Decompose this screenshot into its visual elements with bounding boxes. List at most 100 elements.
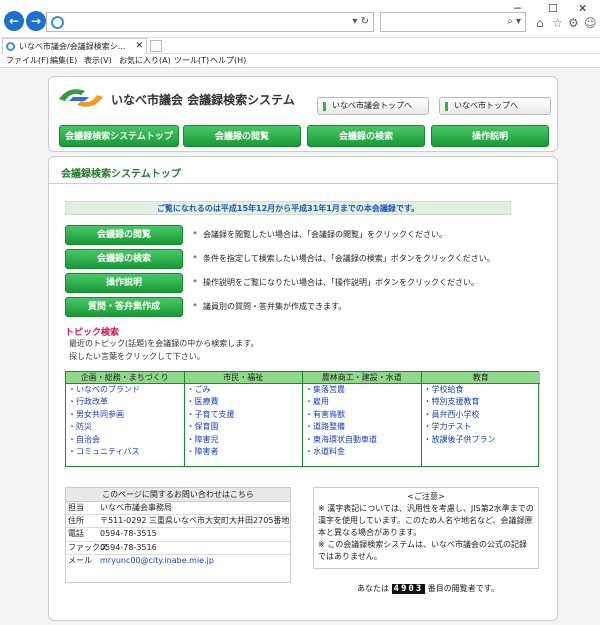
topic-link[interactable]: ・有害鳥獣 [303,409,421,421]
topic-column-education: 教育 ・学校給食 ・特別支援教育 ・員弁西小学校 ・学力テスト ・放課後子供プラ… [421,372,541,466]
menu-favorites[interactable]: お気に入り(A) [119,55,171,66]
settings-icon[interactable]: ⚙ [568,16,579,30]
contact-value: いなべ市議会事務局 [100,503,172,512]
contact-row: メール mryunc00@city.inabe.mie.jp [66,555,290,568]
new-tab-button[interactable] [150,40,162,52]
ie-icon [51,16,64,29]
home-icon[interactable]: ⌂ [536,16,544,30]
menu-view[interactable]: 表示(V) [84,55,112,66]
maximize-icon[interactable]: ☐ [548,2,558,15]
topic-link[interactable]: ・障害児 [185,434,303,446]
topic-link[interactable]: ・水道料金 [303,446,421,458]
notice-box: <ご注意> ※ 漢字表記については、汎用性を考慮し、JIS第2水準までの漢字を使… [313,487,539,569]
topic-link[interactable]: ・ごみ [185,384,303,396]
topic-link[interactable]: ・学力テスト [422,421,541,433]
topic-link[interactable]: ・放課後子供プラン [422,434,541,446]
browse-minutes-button[interactable]: 会議録の閲覧 [65,225,183,245]
menu-tools[interactable]: ツール(T) [174,55,209,66]
topic-link[interactable]: ・学校給食 [422,384,541,396]
topic-link[interactable]: ・子育て支援 [185,409,303,421]
contact-label: 担当 [68,503,84,512]
nav-search[interactable]: 会議録の検索 [307,125,425,147]
contact-value: 0594-78-3515 [100,529,157,539]
topic-column-planning: 企画・総務・まちづくり ・いなべのブランド ・行政改革 ・男女共同参画 ・防災 … [66,372,185,466]
main-panel: 会議録検索システムトップ ご覧になれるのは平成15年12月から平成31年1月まで… [48,156,558,621]
topic-link[interactable]: ・障害者 [185,446,303,458]
topic-link[interactable]: ・医療費 [185,396,303,408]
nav-browse[interactable]: 会議録の閲覧 [183,125,301,147]
topic-desc-1: 最近のトピック(話題)を会議録の中から検索します。 [69,339,259,348]
site-header: いなべ市議会 会議録検索システム いなべ市議会トップへ いなべ市トップへ 会議録… [48,76,558,152]
tab-title: いなべ市議会/会議録検索シ... [19,42,126,51]
contact-row: ファックス 0594-78-3516 [66,542,290,555]
contact-label: メール [68,555,92,565]
topic-link[interactable]: ・いなべのブランド [66,384,184,396]
forward-button[interactable]: → [26,11,46,31]
topic-link[interactable]: ・東海環状自動車道 [303,434,421,446]
contact-row: 電話 0594-78-3515 [66,528,290,542]
help-desc: 操作説明をご覧になりたい場合は、「操作説明」ボタンをクリックください。 [193,277,479,288]
topic-column-welfare: 市民・福祉 ・ごみ ・医療費 ・子育て支援 ・保育園 ・障害児 ・障害者 [184,372,303,466]
city-top-link[interactable]: いなべ市トップへ [439,97,551,115]
search-box[interactable]: ⌕ ▾ [380,12,526,32]
contact-value: 0594-78-3516 [100,542,157,552]
topic-link[interactable]: ・特別支援教育 [422,396,541,408]
topic-column-header: 教育 [421,372,540,384]
nav-help[interactable]: 操作説明 [431,125,549,147]
site-title: いなべ市議会 会議録検索システム [111,93,295,107]
topic-column-header: 市民・福祉 [184,372,302,384]
page-title: 会議録検索システムトップ [61,169,181,180]
notice-header: <ご注意> [407,492,445,501]
search-minutes-button[interactable]: 会議録の検索 [65,249,183,269]
topic-link[interactable]: ・道路整備 [303,421,421,433]
page-content: いなべ市議会 会議録検索システム いなべ市議会トップへ いなべ市トップへ 会議録… [0,68,600,625]
topic-link[interactable]: ・員弁西小学校 [422,409,541,421]
close-icon[interactable]: ✕ [578,2,587,15]
address-bar[interactable]: ▾ ↻ [46,12,374,32]
minimize-icon[interactable]: ─ [514,2,521,15]
topic-column-industry: 農林商工・建設・水道 ・集落営農 ・雇用 ・有害鳥獣 ・道路整備 ・東海環状自動… [303,372,422,466]
topic-link[interactable]: ・コミュニティバス [66,446,184,458]
qa-collection-desc: 議員別の質問・答弁集が作成できます。 [193,301,346,312]
heading-divider [49,183,557,184]
contact-header: このページに関するお問い合わせはこちら [66,488,290,502]
qa-collection-button[interactable]: 質問・答弁集作成 [65,297,183,317]
search-icon[interactable]: ⌕ ▾ [507,16,521,27]
notice-text: ※ 漢字表記については、汎用性を考慮し、JIS第2水準までの漢字を使用しています… [318,504,534,537]
menu-file[interactable]: ファイル(F) [6,55,49,66]
topic-link[interactable]: ・集落営農 [303,384,421,396]
nav-system-top[interactable]: 会議録検索システムトップ [59,125,179,147]
counter-prefix: あなたは [357,584,389,593]
refresh-icon[interactable]: ▾ ↻ [352,16,369,27]
menu-bar: ファイル(F) 編集(E) 表示(V) お気に入り(A) ツール(T) ヘルプ(… [0,54,600,68]
inabe-logo-icon [59,89,103,107]
topic-column-header: 企画・総務・まちづくり [66,372,184,384]
tab-close-icon[interactable]: ✕ [135,39,143,54]
menu-help[interactable]: ヘルプ(H) [210,55,246,66]
favorites-icon[interactable]: ☆ [552,16,563,30]
search-minutes-desc: 条件を指定して検索したい場合は、「会議録の検索」ボタンをクリックください。 [193,253,495,264]
contact-row: 住所 〒511-0292 三重県いなべ市大安町大井田2705番地 [66,515,290,529]
tab-favicon-icon [6,42,15,51]
topic-link[interactable]: ・自治会 [66,434,184,446]
topic-link[interactable]: ・防災 [66,421,184,433]
topic-table: 企画・総務・まちづくり ・いなべのブランド ・行政改革 ・男女共同参画 ・防災 … [65,371,541,467]
browser-tab[interactable]: いなべ市議会/会議録検索シ... ✕ [2,38,147,54]
tab-bar: いなべ市議会/会議録検索シ... ✕ [0,38,600,54]
contact-email-link[interactable]: mryunc00@city.inabe.mie.jp [100,555,214,567]
back-button[interactable]: ← [4,11,24,31]
topic-link[interactable]: ・男女共同参画 [66,409,184,421]
topic-desc-2: 探したい言葉をクリックして下さい。 [69,352,205,361]
contact-label: 電話 [68,529,84,539]
browser-titlebar: ← → ▾ ↻ ⌕ ▾ ─ ☐ ✕ ⌂ ☆ ⚙ ☺ [0,0,600,38]
topic-search-title: トピック検索 [65,328,120,338]
help-button[interactable]: 操作説明 [65,273,183,293]
visitor-counter: あなたは 4903 番目の閲覧者です。 [357,583,499,594]
topic-link[interactable]: ・雇用 [303,396,421,408]
contact-row: 担当 いなべ市議会事務局 [66,502,290,516]
feedback-icon[interactable]: ☺ [584,16,597,30]
topic-link[interactable]: ・行政改革 [66,396,184,408]
topic-link[interactable]: ・保育園 [185,421,303,433]
council-top-link[interactable]: いなべ市議会トップへ [317,97,429,115]
menu-edit[interactable]: 編集(E) [50,55,77,66]
